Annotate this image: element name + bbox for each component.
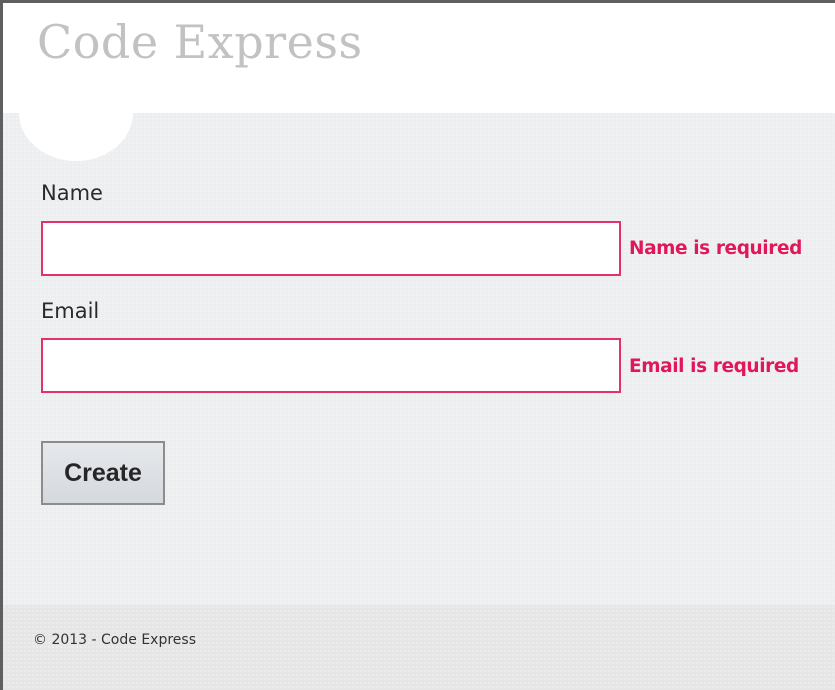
name-label: Name [41, 181, 103, 205]
name-input[interactable] [41, 221, 621, 276]
email-label: Email [41, 299, 100, 323]
browser-window: Code Express Name Name is required Email… [0, 0, 835, 690]
email-input[interactable] [41, 338, 621, 393]
create-button[interactable]: Create [41, 441, 165, 505]
name-error-message: Name is required [629, 238, 802, 259]
site-title[interactable]: Code Express [37, 19, 363, 65]
footer-copyright: © 2013 - Code Express [33, 632, 196, 648]
email-error-message: Email is required [629, 356, 799, 377]
